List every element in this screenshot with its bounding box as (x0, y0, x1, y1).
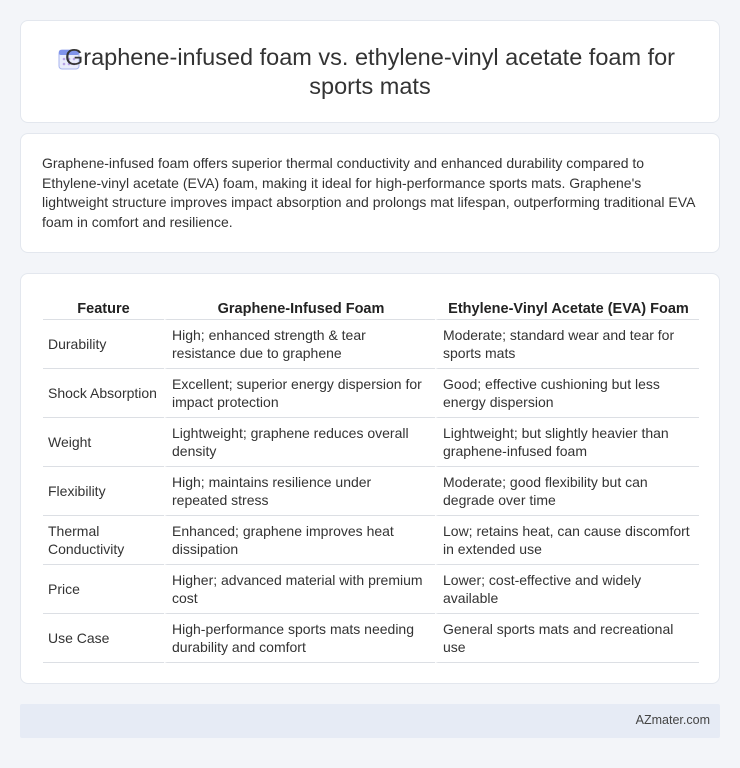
header-graphene: Graphene-Infused Foam (164, 294, 435, 320)
comparison-table: Feature Graphene-Infused Foam Ethylene-V… (43, 294, 699, 663)
page-title: Graphene-infused foam vs. ethylene-vinyl… (64, 43, 675, 99)
graphene-cell: High; maintains resilience under repeate… (164, 467, 435, 516)
eva-cell: Moderate; standard wear and tear for spo… (435, 320, 699, 369)
table-row: Thermal Conductivity Enhanced; graphene … (43, 516, 699, 565)
feature-cell: Weight (43, 418, 164, 467)
feature-cell: Durability (43, 320, 164, 369)
eva-cell: Lightweight; but slightly heavier than g… (435, 418, 699, 467)
table-row: Price Higher; advanced material with pre… (43, 565, 699, 614)
feature-cell: Thermal Conductivity (43, 516, 164, 565)
table-row: Use Case High-performance sports mats ne… (43, 614, 699, 663)
graphene-cell: Enhanced; graphene improves heat dissipa… (164, 516, 435, 565)
table-row: Weight Lightweight; graphene reduces ove… (43, 418, 699, 467)
table-row: Flexibility High; maintains resilience u… (43, 467, 699, 516)
graphene-cell: High; enhanced strength & tear resistanc… (164, 320, 435, 369)
header-eva: Ethylene-Vinyl Acetate (EVA) Foam (435, 294, 699, 320)
table-row: Durability High; enhanced strength & tea… (43, 320, 699, 369)
table-header-row: Feature Graphene-Infused Foam Ethylene-V… (43, 294, 699, 320)
feature-cell: Flexibility (43, 467, 164, 516)
comparison-card: Feature Graphene-Infused Foam Ethylene-V… (20, 273, 720, 684)
footer-bar: AZmater.com (20, 704, 720, 738)
intro-paragraph: Graphene-infused foam offers superior th… (42, 155, 695, 230)
eva-cell: Low; retains heat, can cause discomfort … (435, 516, 699, 565)
graphene-cell: Higher; advanced material with premium c… (164, 565, 435, 614)
feature-cell: Price (43, 565, 164, 614)
feature-cell: Use Case (43, 614, 164, 663)
eva-cell: Moderate; good flexibility but can degra… (435, 467, 699, 516)
intro-card: Graphene-infused foam offers superior th… (20, 133, 720, 253)
feature-cell: Shock Absorption (43, 369, 164, 418)
graphene-cell: Excellent; superior energy dispersion fo… (164, 369, 435, 418)
footer-site-link[interactable]: AZmater.com (636, 713, 710, 727)
graphene-cell: High-performance sports mats needing dur… (164, 614, 435, 663)
eva-cell: General sports mats and recreational use (435, 614, 699, 663)
eva-cell: Lower; cost-effective and widely availab… (435, 565, 699, 614)
table-row: Shock Absorption Excellent; superior ene… (43, 369, 699, 418)
eva-cell: Good; effective cushioning but less ener… (435, 369, 699, 418)
graphene-cell: Lightweight; graphene reduces overall de… (164, 418, 435, 467)
header-feature: Feature (43, 294, 164, 320)
title-card: Graphene-infused foam vs. ethylene-vinyl… (20, 20, 720, 123)
